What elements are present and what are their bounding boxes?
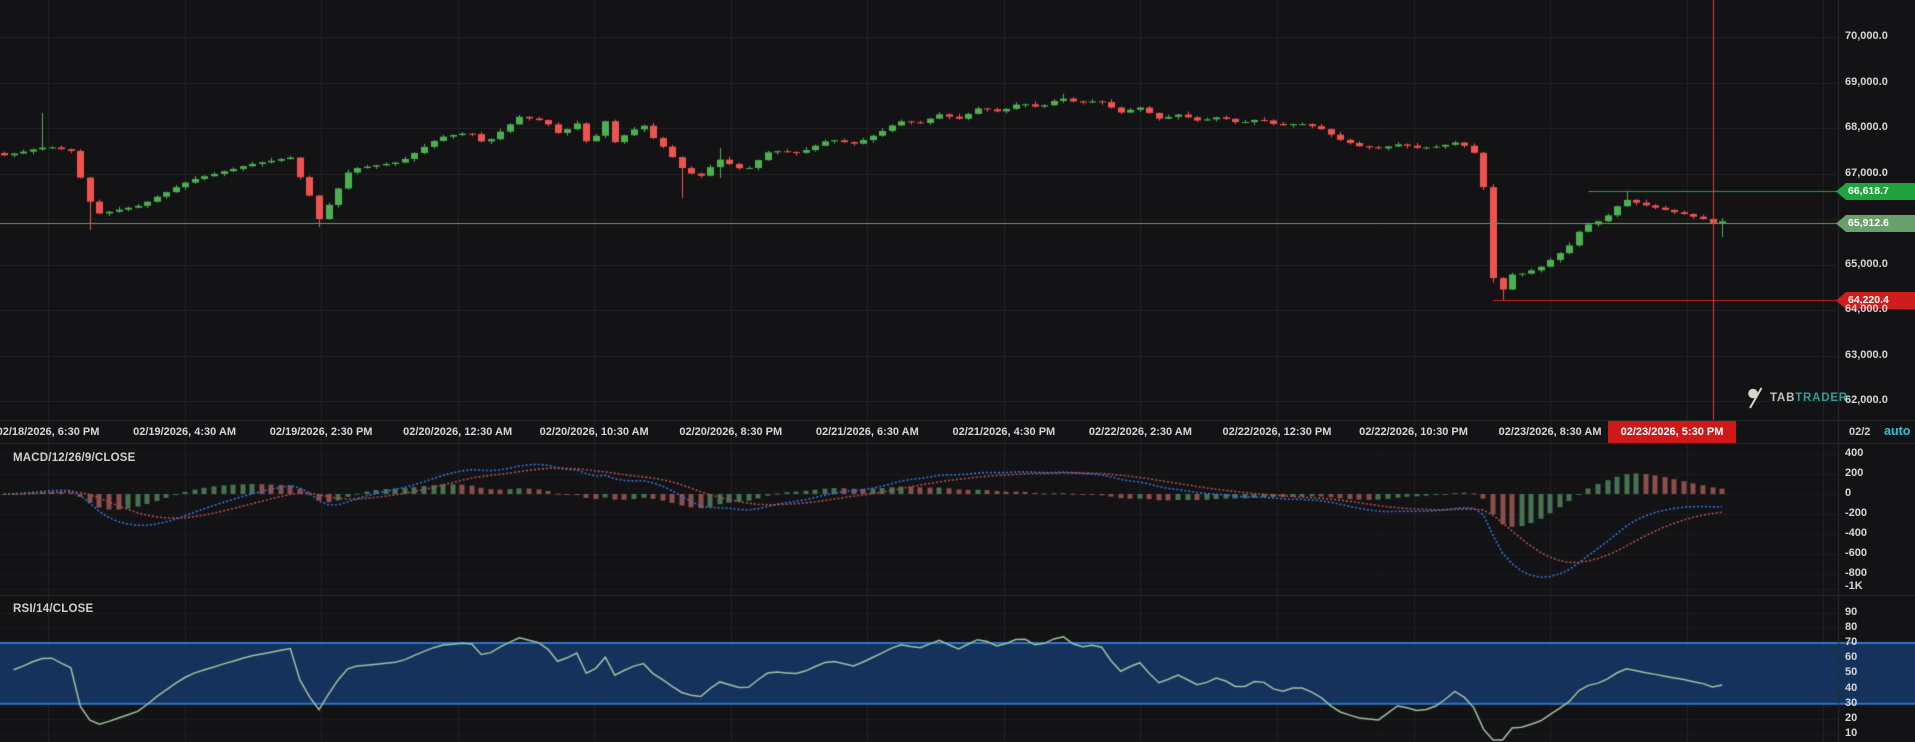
- time-axis-label: 02/19/2026, 2:30 PM: [269, 426, 373, 438]
- time-axis-label: 02/18/2026, 6:30 PM: [0, 426, 100, 438]
- price-axis-label: 69,000.0: [1845, 75, 1888, 88]
- macd-axis-label: -1K: [1845, 580, 1863, 592]
- price-axis-label: 65,000.0: [1845, 257, 1888, 270]
- macd-pane-label: MACD/12/26/9/CLOSE: [13, 452, 136, 464]
- price-axis-label: 62,000.0: [1845, 394, 1888, 406]
- tabtrader-logo-icon: [1748, 387, 1763, 409]
- price-axis-label: 63,000.0: [1845, 348, 1888, 361]
- time-axis-label: 02/19/2026, 4:30 AM: [133, 426, 237, 438]
- watermark-trader-text: TRADER: [1795, 392, 1848, 404]
- time-axis-label: 02/22/2026, 2:30 AM: [1088, 426, 1192, 438]
- time-axis-label-partial: 02/2: [1849, 426, 1871, 438]
- price-axis-label: 68,000.0: [1845, 121, 1888, 133]
- price-badge-last-price: 65,912.6: [1836, 215, 1915, 232]
- rsi-axis-label: 40: [1845, 681, 1858, 694]
- tabtrader-watermark: TAB TRADER: [1746, 387, 1848, 409]
- time-axis-label: 02/20/2026, 10:30 AM: [539, 426, 649, 438]
- price-badge-upper-level: 66,618.7: [1836, 183, 1915, 200]
- rsi-axis-label: 10: [1845, 727, 1858, 740]
- macd-axis-label: 200: [1845, 467, 1864, 479]
- macd-axis-label: -600: [1845, 547, 1868, 559]
- trading-chart-app: MACD/12/26/9/CLOSE RSI/14/CLOSE 66,618.7…: [0, 0, 1915, 742]
- chart-canvas[interactable]: [0, 0, 1915, 742]
- price-axis-label: 70,000.0: [1845, 30, 1888, 42]
- rsi-axis-label: 70: [1845, 636, 1858, 648]
- macd-axis-label: 0: [1845, 487, 1852, 499]
- rsi-axis-label: 30: [1845, 696, 1858, 709]
- rsi-axis-label: 50: [1845, 666, 1858, 679]
- rsi-axis-label: 60: [1845, 651, 1858, 664]
- auto-scale-button[interactable]: auto: [1884, 424, 1910, 438]
- price-axis-label: 67,000.0: [1845, 166, 1888, 179]
- rsi-pane-label: RSI/14/CLOSE: [13, 603, 94, 615]
- rsi-axis-label: 20: [1845, 712, 1858, 724]
- time-axis-label: 02/23/2026, 8:30 AM: [1498, 426, 1602, 438]
- macd-axis-label: -400: [1845, 527, 1868, 539]
- macd-axis-label: -200: [1845, 507, 1868, 519]
- time-axis-label: 02/22/2026, 10:30 PM: [1359, 426, 1468, 438]
- time-axis-label: 02/20/2026, 12:30 AM: [403, 426, 513, 438]
- price-axis-label: 64,000.0: [1845, 303, 1888, 315]
- time-axis-label: 02/20/2026, 8:30 PM: [679, 426, 783, 438]
- macd-axis-label: 400: [1845, 447, 1864, 459]
- time-axis[interactable]: 02/23/2026, 5:30 PM 02/2 auto 02/18/2026…: [0, 421, 1915, 443]
- time-axis-label: 02/21/2026, 6:30 AM: [815, 426, 919, 438]
- time-axis-label: 02/21/2026, 4:30 PM: [952, 426, 1056, 438]
- rsi-axis-label: 90: [1845, 605, 1858, 618]
- crosshair-time-badge: 02/23/2026, 5:30 PM: [1608, 421, 1736, 443]
- rsi-axis-label: 80: [1845, 620, 1858, 633]
- macd-axis-label: -800: [1845, 567, 1868, 579]
- watermark-tab-text: TAB: [1770, 392, 1796, 404]
- time-axis-label: 02/22/2026, 12:30 PM: [1222, 426, 1332, 438]
